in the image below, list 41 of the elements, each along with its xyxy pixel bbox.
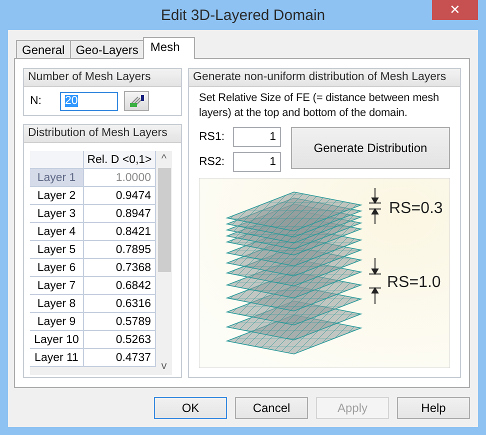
tab[interactable]: Geo-Layers (70, 40, 144, 58)
field-label: RS2: (199, 156, 226, 168)
row-header: Layer 4 (30, 223, 84, 241)
scroll-down-arrow[interactable]: v (161, 358, 167, 375)
scroll-up-arrow[interactable]: ^ (161, 151, 167, 168)
group-title: Number of Mesh Layers (24, 69, 181, 87)
dimension-marker-drawing (368, 188, 382, 224)
field-label: RS1: (199, 131, 226, 143)
row-header: Layer 3 (30, 205, 84, 223)
row-header: Layer 5 (30, 241, 84, 259)
description-text: Set Relative Size of FE (= distance between mesh layers) at the top and bottom of the domain. (199, 91, 440, 121)
field-label: N: (30, 95, 42, 107)
close-button[interactable]: ✕ (432, 0, 478, 20)
pick-button[interactable] (124, 91, 149, 111)
dialog-button[interactable]: Help (397, 397, 470, 419)
input-field[interactable]: 1 (233, 127, 281, 147)
table-corner (30, 151, 84, 169)
row-header: Layer 10 (30, 331, 84, 349)
row-header: Layer 6 (30, 259, 84, 277)
dimension-marker-drawing (368, 258, 382, 304)
rs-label: RS=0.3 (389, 200, 443, 217)
generate-button[interactable]: Generate Distribution (291, 127, 450, 169)
row-header: Layer 8 (30, 295, 84, 313)
dialog-button[interactable]: OK (154, 397, 227, 419)
window-title: Edit 3D-Layered Domain (160, 6, 326, 24)
row-header: Layer 11 (30, 349, 84, 367)
input-field[interactable]: 1 (233, 152, 281, 172)
row-header: Layer 7 (30, 277, 84, 295)
tab[interactable]: Mesh (143, 37, 195, 59)
tool-icon (128, 94, 146, 108)
rs-label: RS=1.0 (387, 274, 441, 291)
row-header: Layer 1 (30, 169, 84, 187)
dialog-button[interactable]: Cancel (235, 397, 308, 419)
horizontal-scrollbar[interactable] (30, 367, 156, 375)
scrollbar[interactable]: ^ v (156, 151, 172, 375)
tab[interactable]: General (16, 40, 71, 58)
row-header: Layer 2 (30, 187, 84, 205)
row-header: Layer 9 (30, 313, 84, 331)
column-header: Rel. D <0,1> (84, 151, 156, 169)
group-title: Distribution of Mesh Layers (24, 125, 181, 143)
group-title: Generate non-uniform distribution of Mesh Layers (189, 69, 460, 87)
